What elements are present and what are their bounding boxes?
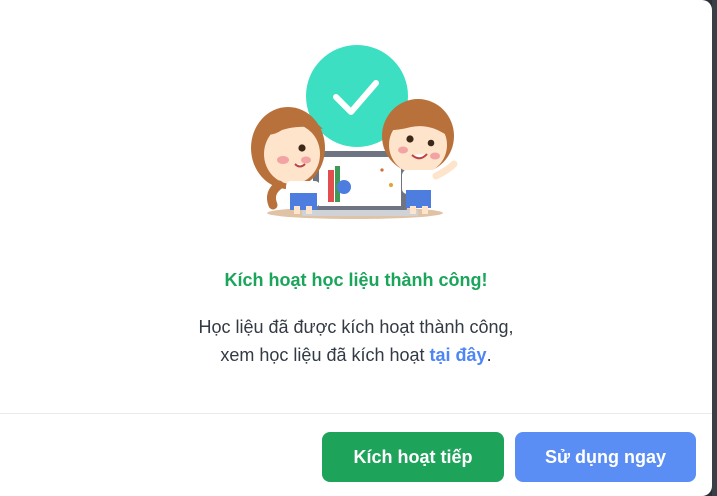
girl-character <box>251 107 325 214</box>
view-activated-link[interactable]: tại đây <box>430 345 487 365</box>
message-line-2-text: xem học liệu đã kích hoạt <box>220 345 430 365</box>
continue-activation-button[interactable]: Kích hoạt tiếp <box>322 432 504 482</box>
dialog-title: Kích hoạt học liệu thành công! <box>224 270 488 290</box>
background-edge <box>712 0 717 496</box>
dialog-message: Học liệu đã được kích hoạt thành công, x… <box>0 313 712 369</box>
use-now-button[interactable]: Sử dụng ngay <box>515 432 696 482</box>
message-line-2: xem học liệu đã kích hoạt tại đây. <box>0 341 712 369</box>
footer-divider <box>0 413 712 414</box>
activation-success-dialog: Kích hoạt học liệu thành công! Học liệu … <box>0 0 712 496</box>
success-illustration <box>251 45 458 219</box>
message-line-2-period: . <box>486 345 492 365</box>
message-line-1: Học liệu đã được kích hoạt thành công, <box>198 317 514 337</box>
